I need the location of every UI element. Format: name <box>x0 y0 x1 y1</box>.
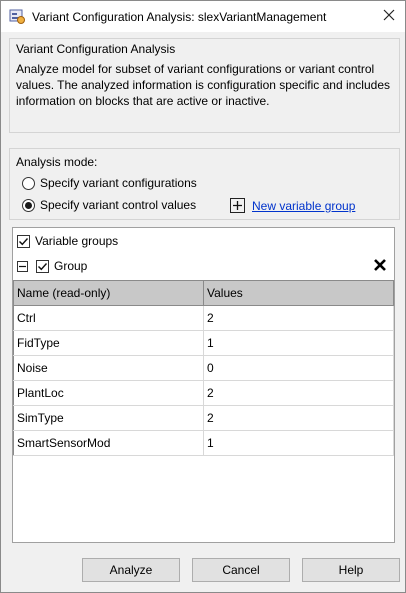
group-name: Group <box>54 259 88 273</box>
window-title: Variant Configuration Analysis: slexVari… <box>32 10 327 24</box>
table-row[interactable]: Ctrl 2 <box>13 305 394 331</box>
column-header-name: Name (read-only) <box>13 280 204 306</box>
variable-groups-toggle[interactable]: Variable groups <box>17 234 118 248</box>
variable-groups-checkbox[interactable] <box>17 234 30 248</box>
collapse-icon[interactable] <box>17 260 28 272</box>
variable-value[interactable]: 0 <box>203 355 394 381</box>
variant-analysis-icon <box>9 8 26 25</box>
variable-name: PlantLoc <box>13 380 204 406</box>
table-row[interactable]: FidType 1 <box>13 330 394 356</box>
info-heading: Variant Configuration Analysis <box>16 42 176 56</box>
table-row[interactable]: Noise 0 <box>13 355 394 381</box>
table-row[interactable]: SmartSensorMod 1 <box>13 430 394 456</box>
info-panel: Variant Configuration Analysis Analyze m… <box>9 38 400 133</box>
variable-name: Noise <box>13 355 204 381</box>
variable-value[interactable]: 2 <box>203 380 394 406</box>
variable-name: SmartSensorMod <box>13 430 204 456</box>
new-variable-group-link[interactable]: New variable group <box>252 199 355 213</box>
table-row[interactable]: PlantLoc 2 <box>13 380 394 406</box>
group-header: Group <box>17 259 87 273</box>
radio-label: Specify variant configurations <box>40 176 197 190</box>
close-button[interactable] <box>373 1 405 32</box>
radio-label: Specify variant control values <box>40 198 197 212</box>
help-button[interactable]: Help <box>302 558 400 582</box>
info-description: Analyze model for subset of variant conf… <box>16 62 390 108</box>
radio-button[interactable] <box>22 198 35 212</box>
variable-name: FidType <box>13 330 204 356</box>
variable-groups-panel: Variable groups Group Name (read-only) V… <box>12 227 395 543</box>
variable-value[interactable]: 1 <box>203 330 394 356</box>
variable-groups-label: Variable groups <box>35 234 119 248</box>
analyze-button[interactable]: Analyze <box>82 558 180 582</box>
variables-table: Name (read-only) Values Ctrl 2 FidType 1… <box>13 280 394 456</box>
radio-specify-control-values[interactable]: Specify variant control values <box>22 198 196 212</box>
cancel-button[interactable]: Cancel <box>192 558 290 582</box>
new-variable-group[interactable]: New variable group <box>230 198 355 213</box>
table-header-row: Name (read-only) Values <box>13 280 394 306</box>
group-checkbox[interactable] <box>36 259 49 273</box>
variable-name: SimType <box>13 405 204 431</box>
radio-button[interactable] <box>22 176 35 190</box>
variable-value[interactable]: 2 <box>203 405 394 431</box>
plus-icon[interactable] <box>230 198 245 213</box>
table-row[interactable]: SimType 2 <box>13 405 394 431</box>
analysis-mode-panel: Analysis mode: Specify variant configura… <box>9 148 400 220</box>
radio-specify-configurations[interactable]: Specify variant configurations <box>22 176 197 190</box>
variable-name: Ctrl <box>13 305 204 331</box>
delete-icon[interactable] <box>374 258 386 276</box>
column-header-values: Values <box>203 280 394 306</box>
dialog-window: Variant Configuration Analysis: slexVari… <box>0 0 406 593</box>
variable-value[interactable]: 2 <box>203 305 394 331</box>
analysis-mode-label: Analysis mode: <box>16 155 98 169</box>
variable-value[interactable]: 1 <box>203 430 394 456</box>
close-icon <box>383 9 395 24</box>
title-bar: Variant Configuration Analysis: slexVari… <box>1 1 405 32</box>
